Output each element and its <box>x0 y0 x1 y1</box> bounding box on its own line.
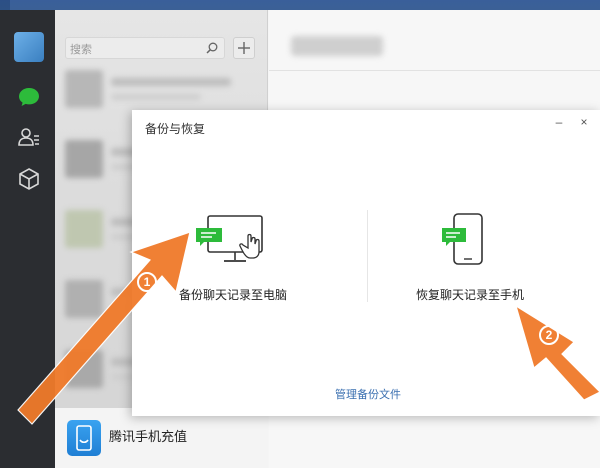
list-item-label: 腾讯手机充值 <box>109 429 188 444</box>
close-button[interactable]: × <box>576 114 592 130</box>
restore-to-phone-button[interactable]: 恢复聊天记录至手机 <box>402 210 582 305</box>
contacts-icon[interactable] <box>16 124 42 150</box>
step-1-badge: 1 <box>137 272 157 292</box>
backup-to-pc-label: 备份聊天记录至电脑 <box>179 288 288 302</box>
restore-to-phone-label: 恢复聊天记录至手机 <box>416 288 525 302</box>
monitor-backup-icon <box>196 215 263 262</box>
manage-backup-link[interactable]: 管理备份文件 <box>335 386 401 402</box>
phone-recharge-icon <box>67 420 101 456</box>
cube-icon[interactable] <box>16 166 42 192</box>
search-placeholder: 搜索 <box>70 44 92 56</box>
search-input[interactable]: 搜索 <box>65 37 225 59</box>
avatar[interactable] <box>14 32 44 62</box>
options-divider <box>367 210 368 302</box>
minimize-button[interactable]: – <box>551 114 567 130</box>
list-item-tencent-recharge[interactable]: 腾讯手机充值 <box>55 408 268 468</box>
phone-restore-icon <box>442 213 483 265</box>
chat-title <box>291 36 383 56</box>
list-item[interactable] <box>65 70 255 110</box>
dialog-title: 备份与恢复 <box>145 122 206 136</box>
backup-to-pc-button[interactable]: 备份聊天记录至电脑 <box>172 210 332 305</box>
search-icon <box>206 42 218 54</box>
divider <box>269 70 600 71</box>
plus-icon <box>238 42 250 54</box>
nav-bar <box>0 10 55 468</box>
chat-bubble-icon[interactable] <box>16 84 42 110</box>
step-2-badge: 2 <box>539 325 559 345</box>
add-button[interactable] <box>233 37 255 59</box>
backup-restore-dialog: 备份与恢复 – × 备份聊天记录至电脑 恢复聊天记录至手机 管理备份文件 <box>132 110 600 416</box>
